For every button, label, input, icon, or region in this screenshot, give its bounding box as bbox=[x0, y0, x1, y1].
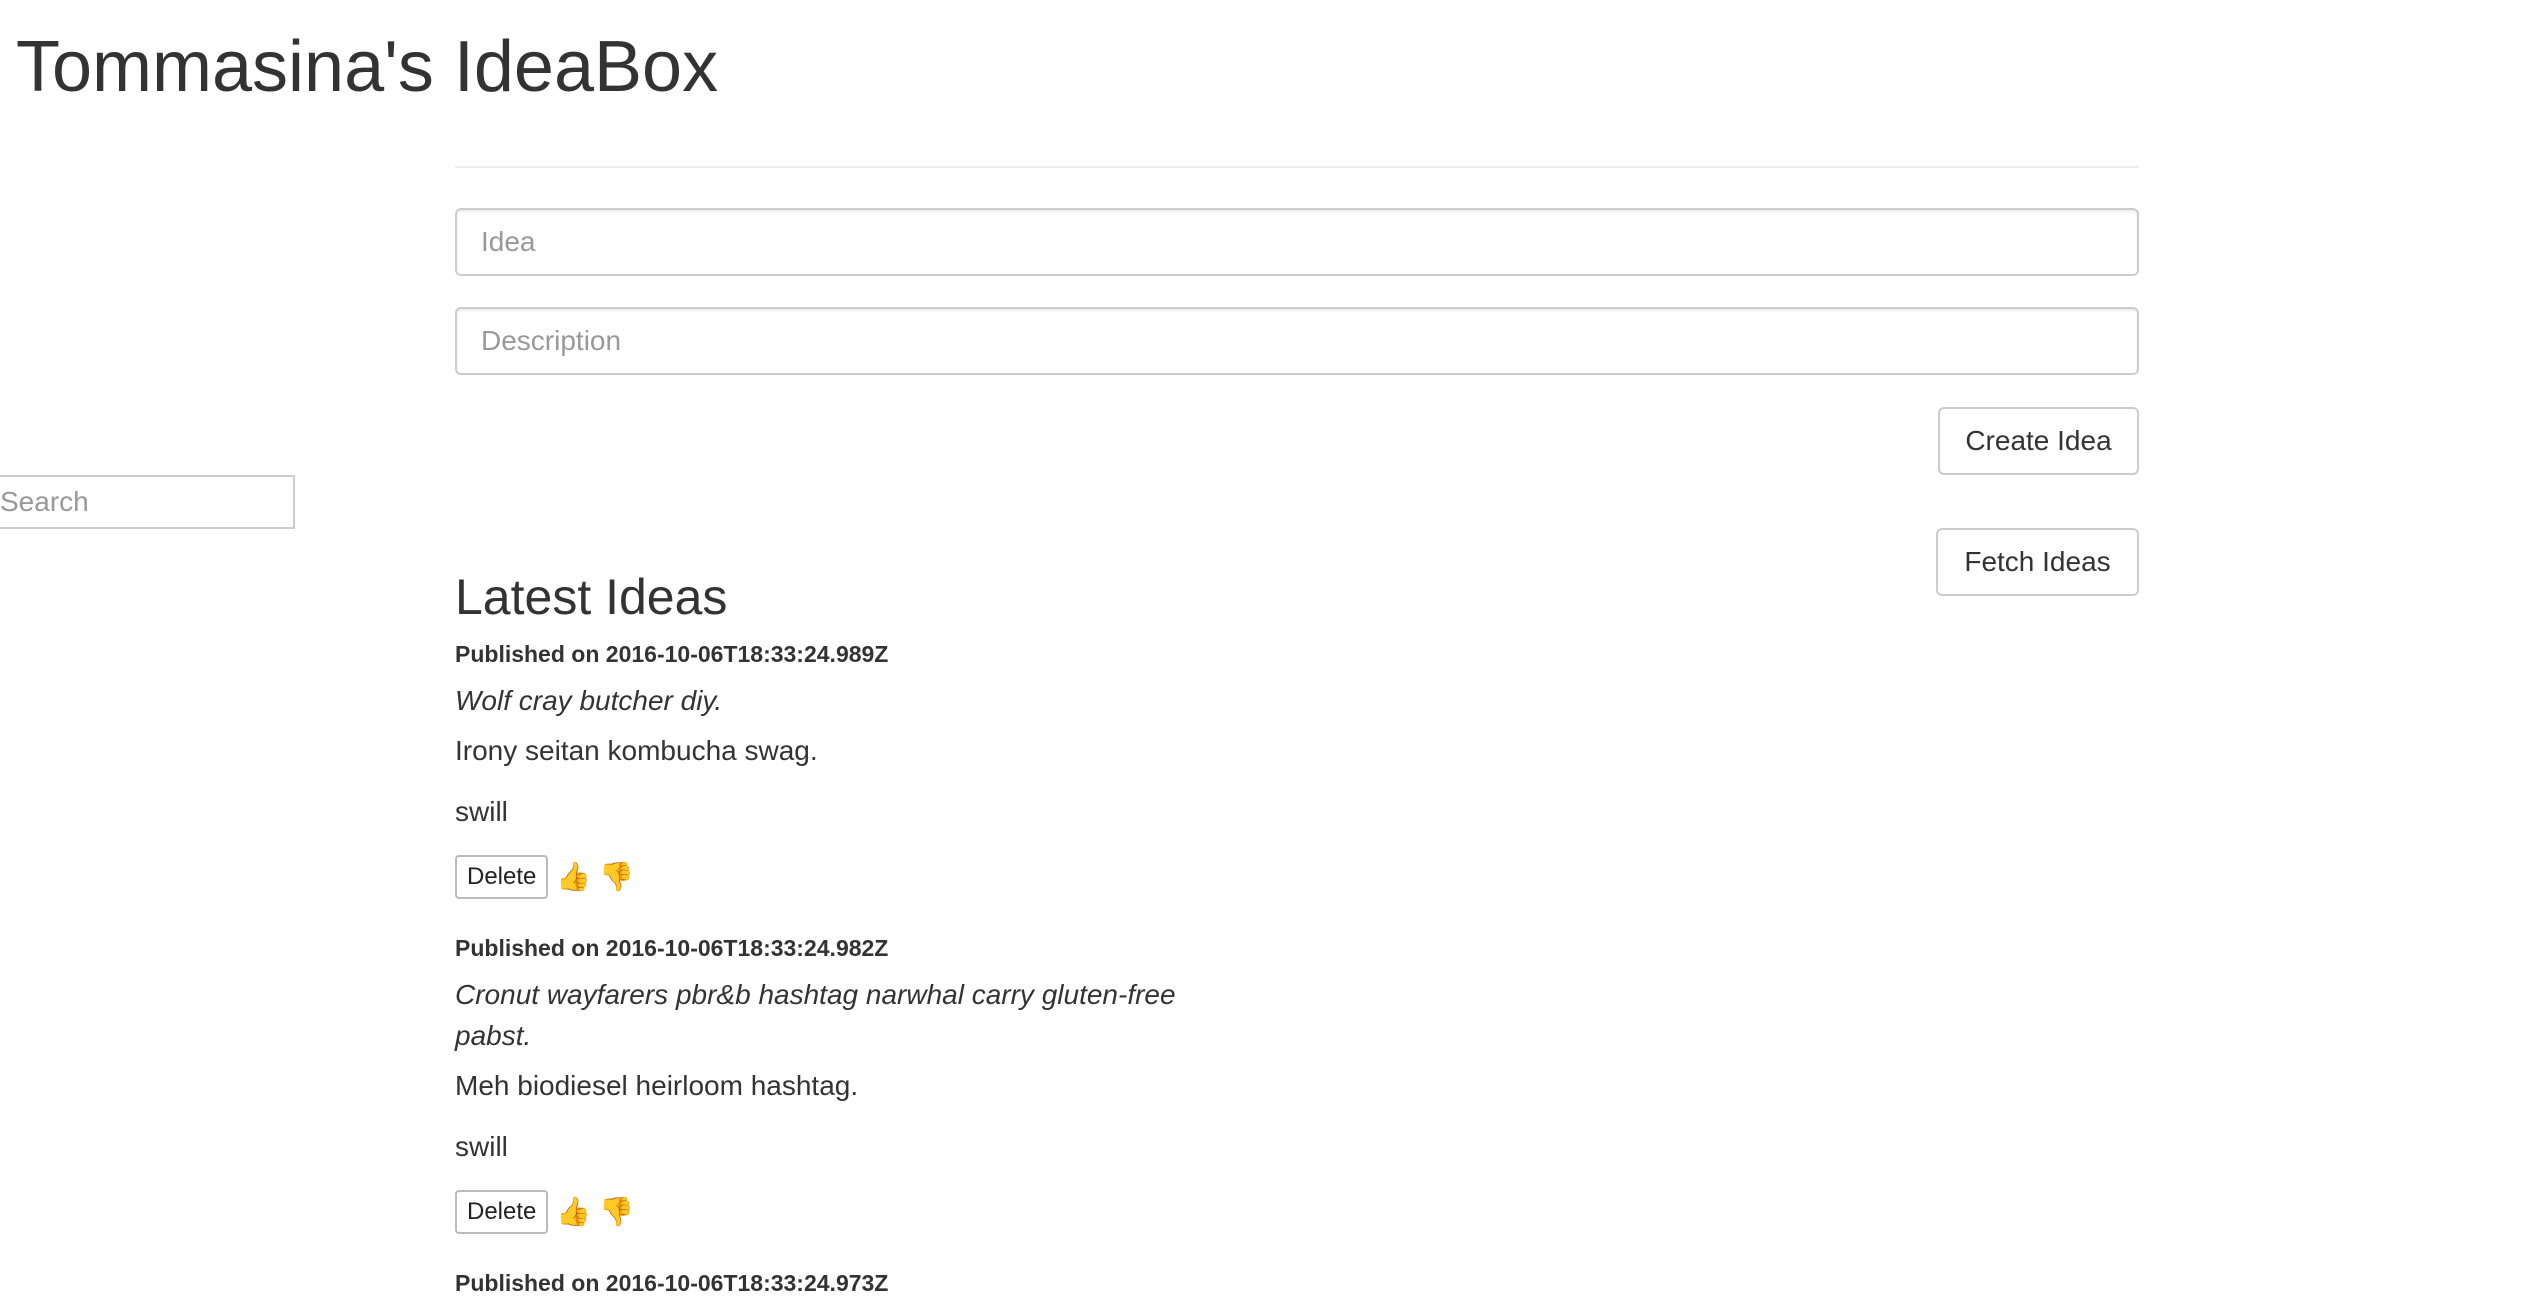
description-input[interactable] bbox=[455, 307, 2139, 375]
idea-input[interactable] bbox=[455, 208, 2139, 276]
idea-quality: swill bbox=[455, 796, 508, 827]
thumbs-down-icon[interactable]: 👎 bbox=[599, 1195, 634, 1229]
thumbs-down-icon[interactable]: 👎 bbox=[599, 860, 634, 894]
idea-card: Published on 2016-10-06T18:33:24.989Z Wo… bbox=[455, 636, 1215, 899]
delete-button[interactable]: Delete bbox=[455, 1190, 549, 1234]
delete-button[interactable]: Delete bbox=[455, 855, 549, 899]
idea-actions: Delete 👍 👎 bbox=[455, 1190, 1215, 1234]
thumbs-up-icon[interactable]: 👍 bbox=[556, 860, 591, 894]
idea-card: Published on 2016-10-06T18:33:24.982Z Cr… bbox=[455, 930, 1215, 1234]
idea-actions: Delete 👍 👎 bbox=[455, 855, 1215, 899]
idea-title[interactable]: Wolf cray butcher diy. bbox=[455, 680, 1215, 721]
page-title: Tommasina's IdeaBox bbox=[16, 27, 719, 107]
create-idea-button[interactable]: Create Idea bbox=[1938, 407, 2139, 475]
thumbs-up-icon[interactable]: 👍 bbox=[556, 1195, 591, 1229]
published-date: Published on 2016-10-06T18:33:24.989Z bbox=[455, 641, 889, 667]
idea-quality: swill bbox=[455, 1131, 508, 1162]
search-input[interactable] bbox=[0, 475, 295, 529]
published-date: Published on 2016-10-06T18:33:24.982Z bbox=[455, 935, 889, 961]
fetch-ideas-button[interactable]: Fetch Ideas bbox=[1936, 528, 2139, 596]
idea-card: Published on 2016-10-06T18:33:24.973Z bbox=[455, 1265, 1215, 1301]
idea-body[interactable]: Irony seitan kombucha swag. bbox=[455, 733, 1215, 769]
idea-body[interactable]: Meh biodiesel heirloom hashtag. bbox=[455, 1068, 1215, 1104]
idea-title[interactable]: Cronut wayfarers pbr&b hashtag narwhal c… bbox=[455, 974, 1215, 1056]
header-divider bbox=[455, 166, 2139, 168]
latest-ideas-heading: Latest Ideas bbox=[455, 569, 728, 625]
published-date: Published on 2016-10-06T18:33:24.973Z bbox=[455, 1270, 889, 1296]
